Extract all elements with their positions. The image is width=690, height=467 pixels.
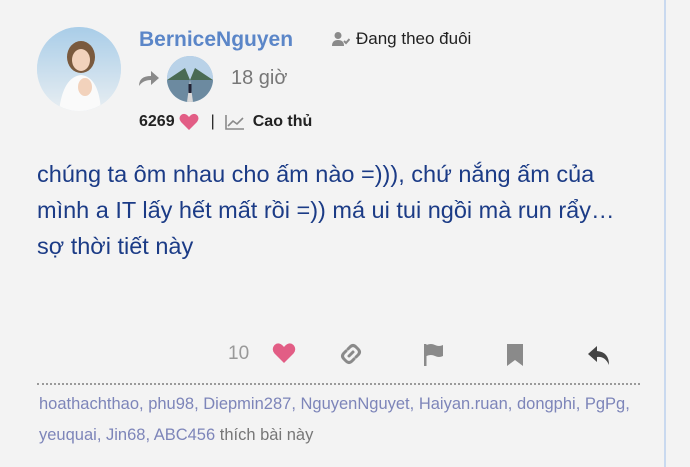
likers-suffix: thích bài này: [215, 426, 314, 444]
liker-separator: ,: [96, 426, 106, 444]
username-link[interactable]: BerniceNguyen: [139, 28, 293, 52]
liker-separator: ,: [139, 395, 149, 413]
follow-status-label: Đang theo đuôi: [356, 29, 472, 48]
bookmark-icon[interactable]: [506, 343, 524, 367]
likers-suffix-text: thích bài này: [219, 426, 314, 444]
liker-separator: ,: [145, 426, 154, 444]
post-card: BerniceNguyen Đang theo đuôi 18 giờ 6269…: [0, 0, 666, 467]
liker-link[interactable]: NguyenNguyet: [300, 395, 409, 413]
liker-link[interactable]: yeuquai: [39, 426, 97, 444]
liker-link[interactable]: ABC456: [154, 426, 215, 444]
likers-divider: [37, 383, 640, 385]
rank-label: Cao thủ: [252, 113, 313, 130]
reply-icon[interactable]: [587, 344, 611, 366]
heart-icon: [179, 113, 199, 130]
flag-icon[interactable]: [422, 343, 444, 367]
liker-link[interactable]: PgPg: [585, 395, 625, 413]
liker-separator: ,: [575, 395, 585, 413]
trend-icon: [224, 115, 244, 130]
reply-to-avatar[interactable]: [167, 56, 213, 102]
post-actions: 10: [228, 340, 618, 370]
user-stats: 6269 | Cao thủ: [139, 113, 312, 131]
liker-link[interactable]: phu98: [148, 395, 194, 413]
follow-status[interactable]: Đang theo đuôi: [332, 29, 471, 49]
liker-separator: ,: [625, 395, 630, 413]
liker-separator: ,: [194, 395, 204, 413]
liker-separator: ,: [507, 395, 517, 413]
reply-arrow-icon: [139, 71, 159, 86]
liker-link[interactable]: Haiyan.ruan: [419, 395, 508, 413]
link-icon[interactable]: [339, 342, 363, 366]
stats-separator: |: [210, 113, 215, 130]
heart-icon[interactable]: [272, 342, 296, 364]
user-follow-icon: [332, 32, 350, 46]
likers-list: hoathachthao, phu98, Diepmin287, NguyenN…: [39, 389, 649, 451]
points-value: 6269: [139, 113, 175, 130]
liker-link[interactable]: Jin68: [106, 426, 145, 444]
liker-link[interactable]: dongphi: [517, 395, 576, 413]
liker-separator: ,: [409, 395, 419, 413]
user-avatar[interactable]: [37, 27, 121, 111]
liker-link[interactable]: Diepmin287: [203, 395, 291, 413]
like-count[interactable]: 10: [228, 343, 249, 365]
post-body: chúng ta ôm nhau cho ấm nào =))), chứ nắ…: [37, 161, 615, 259]
post-time: 18 giờ: [231, 67, 288, 89]
liker-link[interactable]: hoathachthao: [39, 395, 139, 413]
